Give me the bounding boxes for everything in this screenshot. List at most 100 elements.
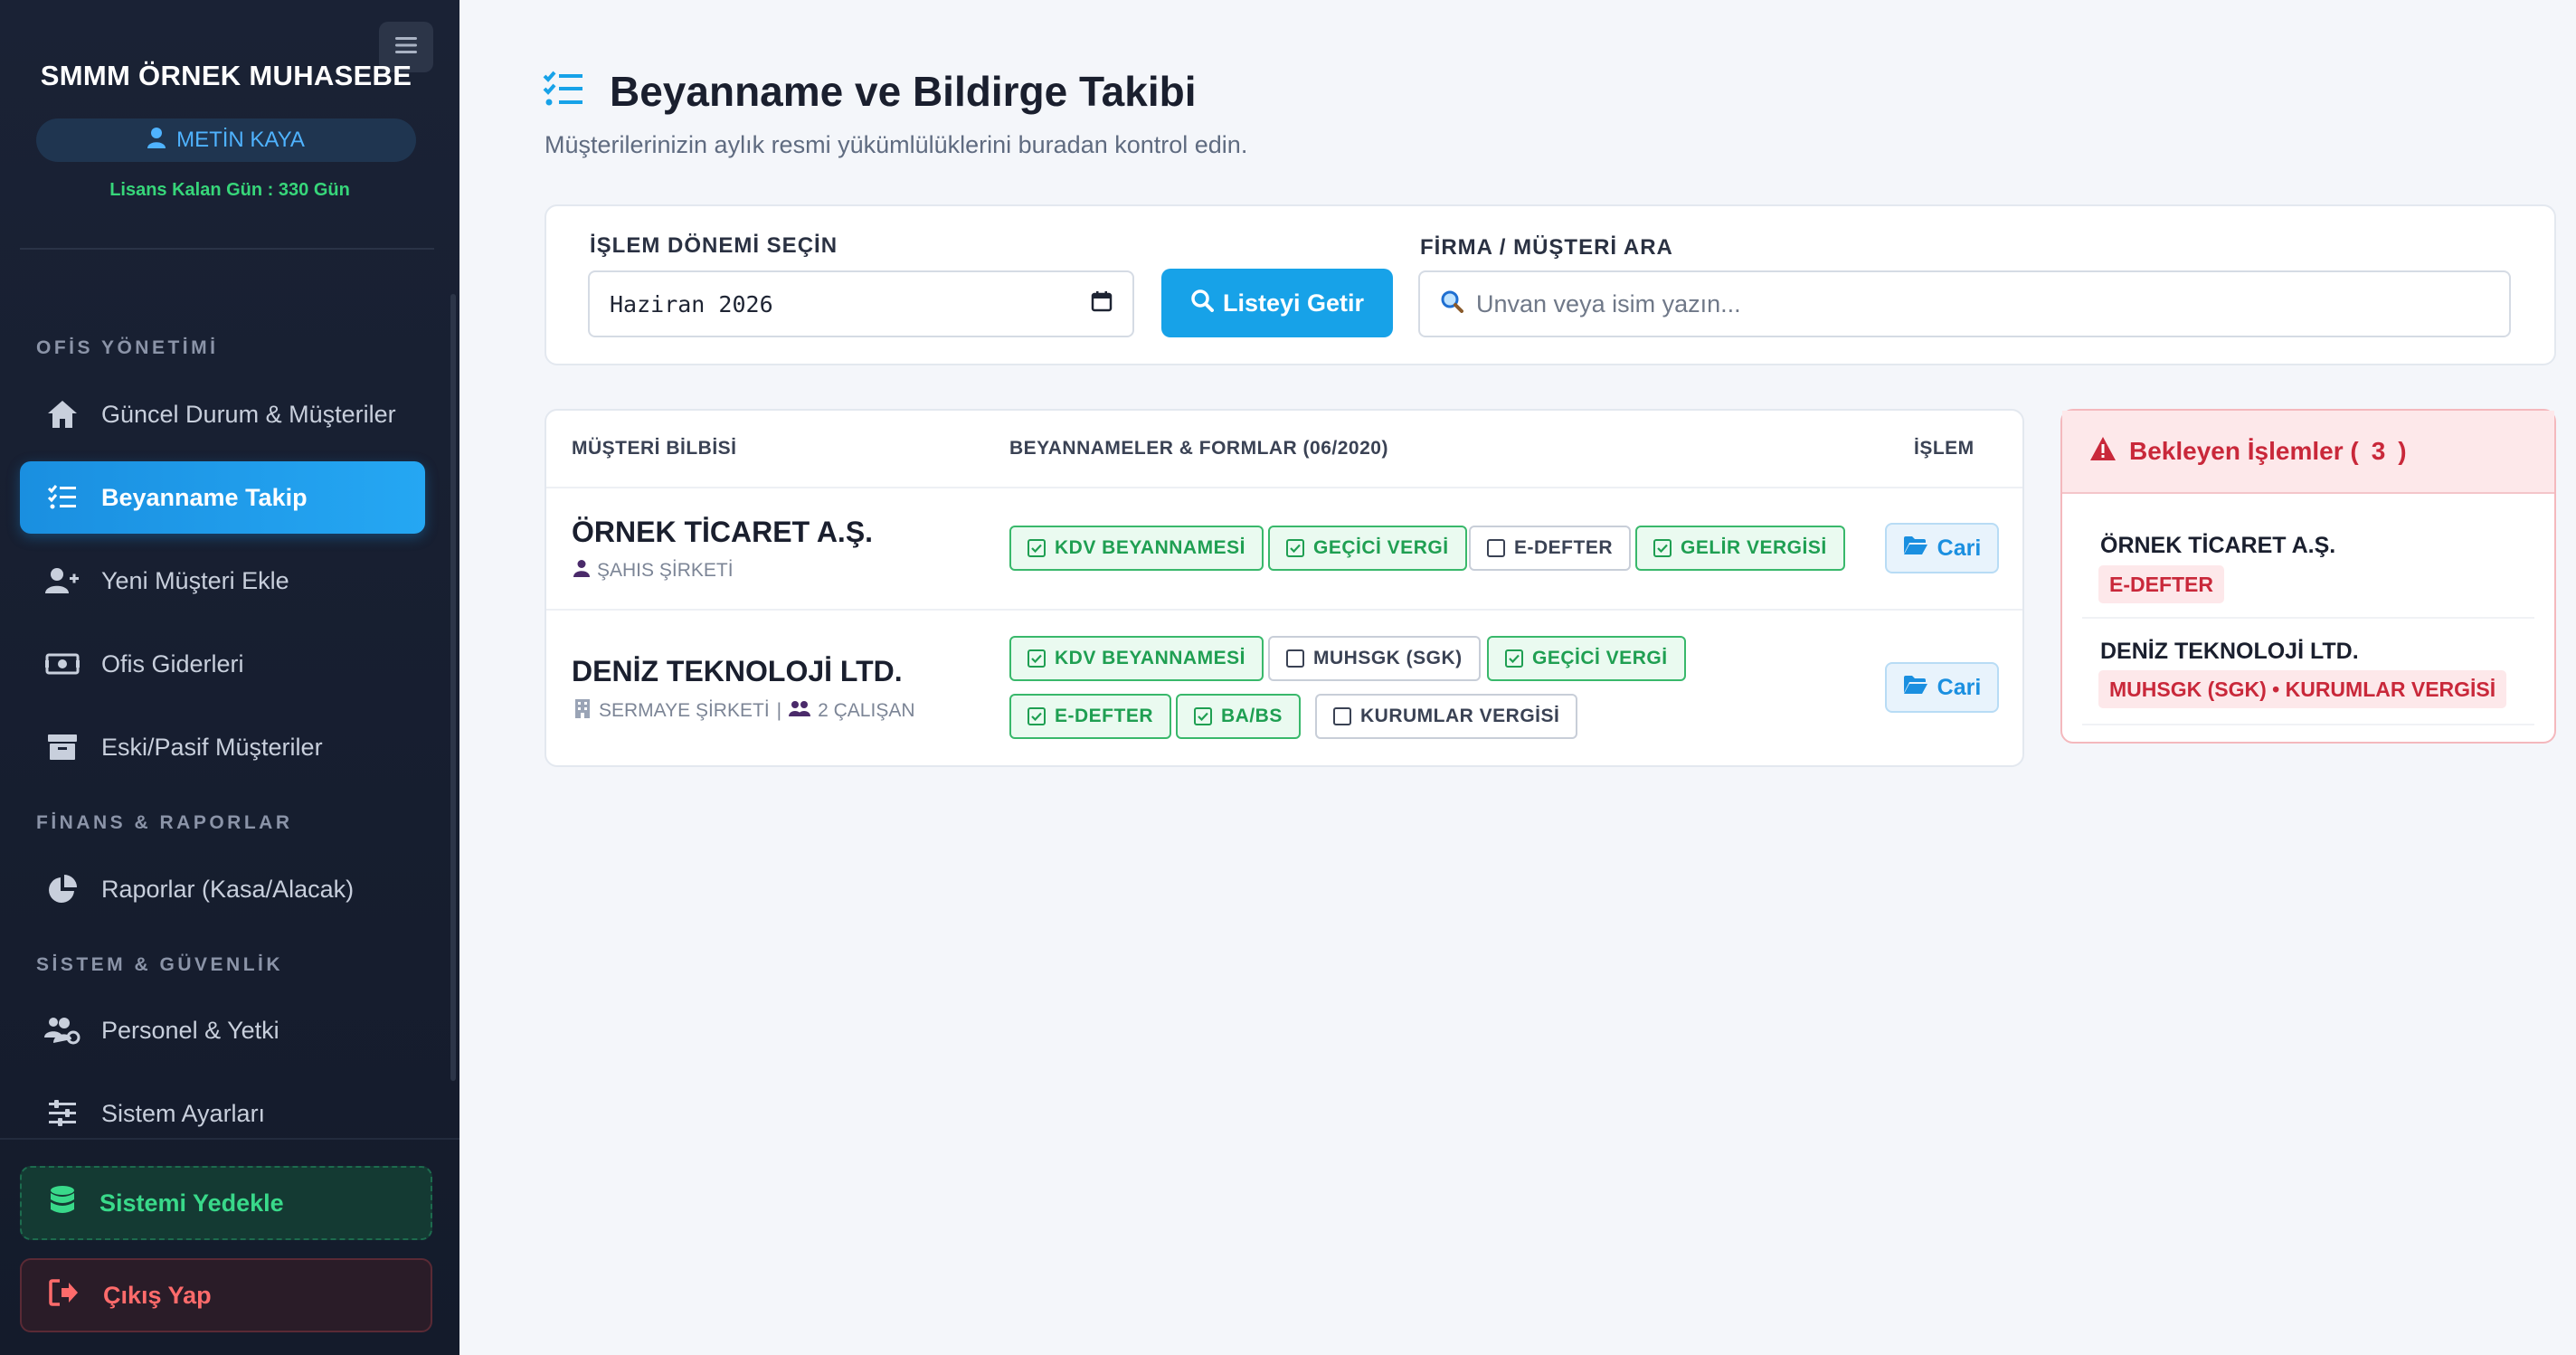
- sidebar-item-label: Raporlar (Kasa/Alacak): [101, 875, 355, 903]
- checkbox-checked-icon: [1028, 707, 1046, 725]
- checkbox-checked-icon: [1286, 539, 1304, 557]
- form-label: E-DEFTER: [1055, 706, 1153, 726]
- search-label: FİRMA / MÜŞTERİ ARA: [1420, 235, 1673, 260]
- user-name: METİN KAYA: [176, 128, 305, 152]
- sidebar-item-label: Ofis Giderleri: [101, 649, 244, 678]
- warning-icon: [2089, 436, 2117, 468]
- sidebar-item-reports[interactable]: Raporlar (Kasa/Alacak): [20, 853, 425, 925]
- checkbox-checked-icon: [1505, 649, 1523, 668]
- period-label: İŞLEM DÖNEMİ SEÇİN: [590, 233, 838, 258]
- sign-out-icon: [49, 1278, 80, 1312]
- sidebar-divider: [20, 248, 434, 250]
- form-badge-ba-bs[interactable]: BA/BS: [1176, 694, 1301, 739]
- sidebar-bottom-divider: [0, 1138, 459, 1140]
- users-gear-icon: [43, 1011, 81, 1049]
- form-badge-gelir-vergisi[interactable]: GELİR VERGİSİ: [1635, 526, 1845, 571]
- page-title: Beyanname ve Bildirge Takibi: [610, 68, 1197, 115]
- checkbox-checked-icon: [1653, 539, 1672, 557]
- pending-count: 3: [2371, 437, 2386, 465]
- cari-label: Cari: [1937, 535, 1982, 561]
- form-badge-gecici-vergi[interactable]: GEÇİCİ VERGİ: [1487, 636, 1686, 681]
- database-icon: [49, 1185, 76, 1222]
- pending-divider: [2082, 617, 2534, 619]
- cari-label: Cari: [1937, 674, 1982, 700]
- logout-button[interactable]: Çıkış Yap: [20, 1258, 432, 1332]
- sidebar-scrollbar[interactable]: [450, 294, 456, 1081]
- folder-open-icon: [1903, 535, 1928, 562]
- fetch-list-button[interactable]: Listeyi Getir: [1161, 269, 1393, 337]
- customer-search-input[interactable]: Unvan veya isim yazın...: [1418, 270, 2511, 337]
- section-label-office: OFİS YÖNETİMİ: [36, 337, 219, 358]
- section-label-system: SİSTEM & GÜVENLİK: [36, 954, 284, 975]
- customer-type: SERMAYE ŞİRKETİ: [599, 700, 770, 721]
- cari-button[interactable]: Cari: [1885, 662, 1999, 713]
- sidebar-item-label: Eski/Pasif Müşteriler: [101, 733, 323, 761]
- customer-name: ÖRNEK TİCARET A.Ş.: [572, 516, 874, 548]
- checkbox-empty-icon: [1333, 707, 1351, 725]
- form-badge-kurumlar-vergisi[interactable]: KURUMLAR VERGİSİ: [1315, 694, 1578, 739]
- backup-label: Sistemi Yedekle: [99, 1189, 284, 1217]
- pending-header: Bekleyen İşlemler ( 3 ): [2062, 411, 2554, 494]
- sidebar-item-declarations[interactable]: Beyanname Takip: [20, 461, 425, 534]
- column-header-customer: MÜŞTERİ BİLBİSİ: [572, 438, 737, 459]
- form-badge-kdv[interactable]: KDV BEYANNAMESİ: [1009, 636, 1264, 681]
- customer-name: DENİZ TEKNOLOJİ LTD.: [572, 655, 903, 687]
- sidebar-item-label: Personel & Yetki: [101, 1016, 279, 1044]
- page-subtitle: Müşterilerinizin aylık resmi yükümlülükl…: [545, 131, 1248, 158]
- sidebar-item-label: Sistem Ayarları: [101, 1099, 266, 1127]
- pending-customer-name: DENİZ TEKNOLOJİ LTD.: [2100, 639, 2359, 664]
- fetch-list-label: Listeyi Getir: [1222, 289, 1365, 317]
- pie-chart-icon: [43, 870, 81, 908]
- column-header-action: İŞLEM: [1914, 438, 1975, 459]
- employee-count: 2 ÇALIŞAN: [818, 700, 915, 721]
- form-label: KDV BEYANNAMESİ: [1055, 537, 1245, 558]
- form-label: GELİR VERGİSİ: [1681, 537, 1827, 558]
- license-info: Lisans Kalan Gün : 330 Gün: [109, 180, 350, 200]
- cari-button[interactable]: Cari: [1885, 523, 1999, 573]
- sidebar-item-label: Güncel Durum & Müşteriler: [101, 400, 396, 428]
- customer-type: ŞAHIS ŞİRKETİ: [597, 560, 734, 581]
- user-icon: [147, 127, 166, 155]
- pending-title-close: ): [2398, 437, 2407, 465]
- user-badge[interactable]: METİN KAYA: [36, 118, 416, 162]
- sidebar-item-personnel[interactable]: Personel & Yetki: [20, 994, 425, 1066]
- search-placeholder: Unvan veya isim yazın...: [1476, 289, 1741, 317]
- form-label: KURUMLAR VERGİSİ: [1360, 706, 1560, 726]
- sidebar-item-archived-customers[interactable]: Eski/Pasif Müşteriler: [20, 711, 425, 783]
- checkbox-checked-icon: [1194, 707, 1212, 725]
- form-badge-e-defter[interactable]: E-DEFTER: [1009, 694, 1171, 739]
- archive-icon: [43, 728, 81, 766]
- form-label: GEÇİCİ VERGİ: [1532, 648, 1668, 668]
- user-plus-icon: [43, 562, 81, 600]
- period-date-input[interactable]: Haziran 2026: [588, 270, 1134, 337]
- pending-divider: [2082, 724, 2534, 725]
- pending-tag: E-DEFTER: [2098, 565, 2224, 603]
- form-badge-e-defter[interactable]: E-DEFTER: [1469, 526, 1631, 571]
- form-label: MUHSGK (SGK): [1313, 648, 1463, 668]
- logout-label: Çıkış Yap: [103, 1281, 212, 1309]
- form-badge-gecici-vergi[interactable]: GEÇİCİ VERGİ: [1268, 526, 1467, 571]
- brand-title: SMMM ÖRNEK MUHASEBE: [40, 60, 412, 91]
- sidebar-item-dashboard[interactable]: Güncel Durum & Müşteriler: [20, 378, 425, 450]
- checkbox-empty-icon: [1286, 649, 1304, 668]
- form-badge-muhsgk[interactable]: MUHSGK (SGK): [1268, 636, 1481, 681]
- sidebar-item-office-expenses[interactable]: Ofis Giderleri: [20, 628, 425, 700]
- column-header-forms: BEYANNAMELER & FORMLAR (06/2020): [1009, 438, 1388, 459]
- backup-button[interactable]: Sistemi Yedekle: [20, 1166, 432, 1240]
- section-label-finance: FİNANS & RAPORLAR: [36, 812, 293, 833]
- building-icon: [573, 698, 592, 724]
- sidebar-item-label: Yeni Müşteri Ekle: [101, 566, 289, 594]
- checkbox-checked-icon: [1028, 539, 1046, 557]
- money-icon: [43, 645, 81, 683]
- form-badge-kdv[interactable]: KDV BEYANNAMESİ: [1009, 526, 1264, 571]
- sidebar-item-new-customer[interactable]: Yeni Müşteri Ekle: [20, 545, 425, 617]
- calendar-icon[interactable]: [1091, 290, 1113, 317]
- pending-tag: MUHSGK (SGK) • KURUMLAR VERGİSİ: [2098, 670, 2507, 708]
- folder-open-icon: [1903, 675, 1928, 701]
- customer-meta: ŞAHIS ŞİRKETİ: [573, 559, 734, 583]
- header-divider: [546, 487, 2022, 488]
- magnifier-icon: [1440, 289, 1463, 319]
- person-icon: [573, 559, 590, 583]
- sidebar-item-label: Beyanname Takip: [101, 483, 308, 511]
- checklist-icon: [543, 71, 584, 113]
